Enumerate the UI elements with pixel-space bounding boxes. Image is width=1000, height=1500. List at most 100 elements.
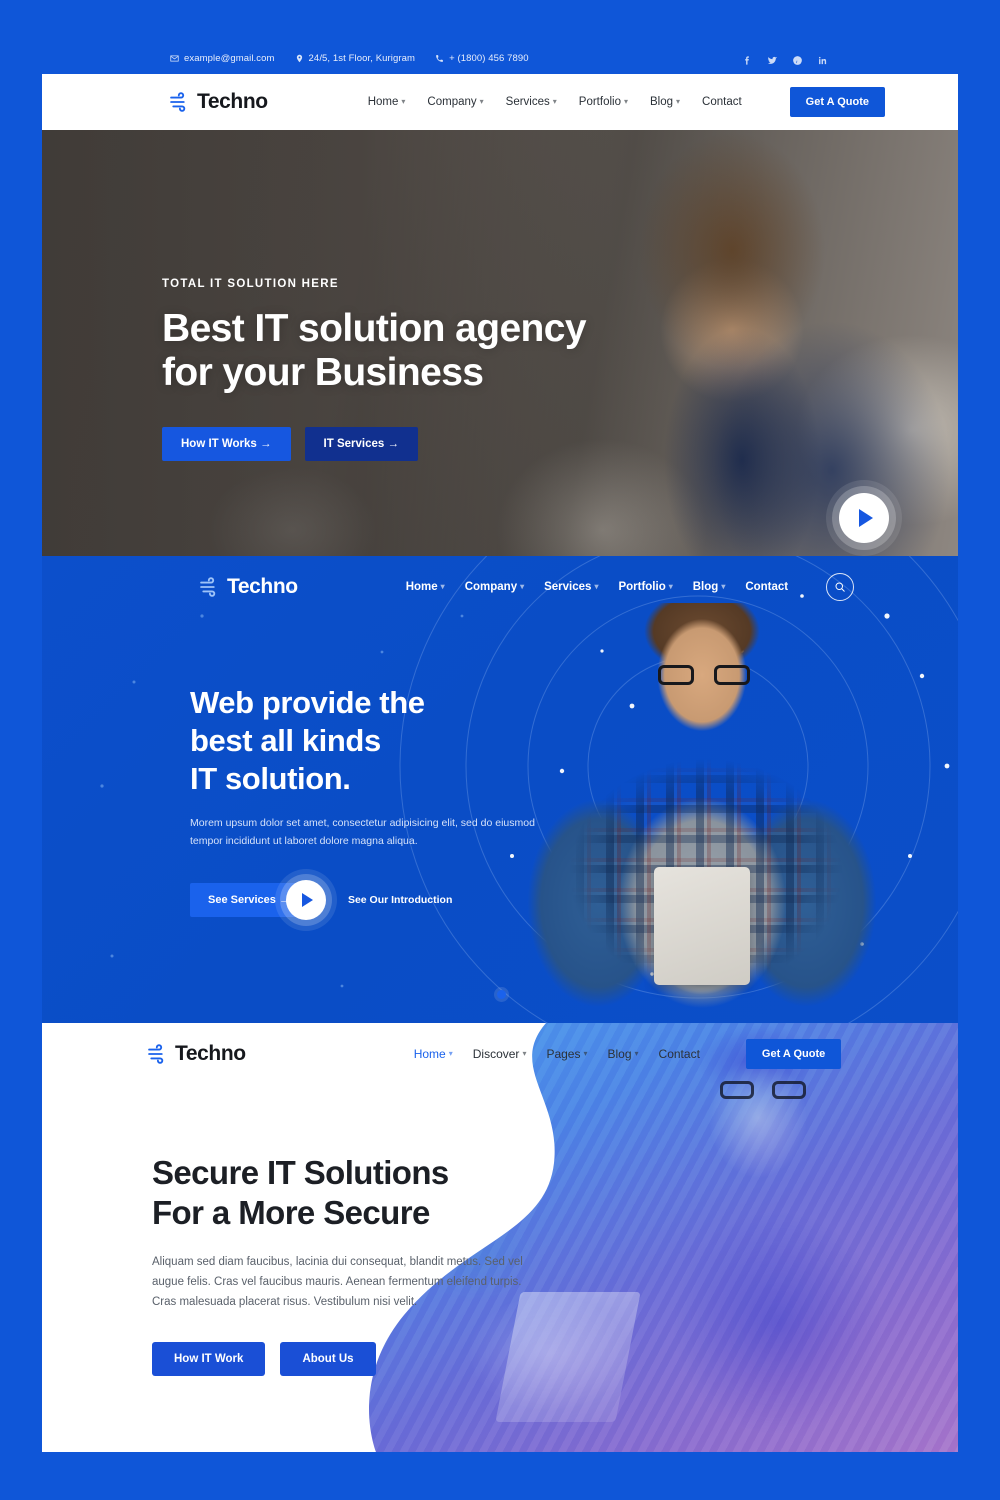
- how-it-work-button[interactable]: How IT Work: [152, 1341, 266, 1376]
- get-a-quote-button-1[interactable]: Get A Quote: [789, 87, 886, 117]
- nav-item-contact[interactable]: Contact: [702, 96, 742, 108]
- social-links: [742, 42, 828, 74]
- nav-item-blog[interactable]: Blog ▾: [650, 96, 680, 108]
- hero-title-3: Secure IT Solutions For a More Secure: [152, 1153, 572, 1234]
- chevron-down-icon: ▾: [623, 97, 628, 106]
- nav-label: Contact: [745, 581, 789, 593]
- hero-actions-2: See Services → See Our Introduction: [190, 880, 550, 921]
- chevron-down-icon: ▾: [520, 582, 525, 591]
- wind-swoosh-icon: [170, 92, 186, 112]
- nav-label: Blog: [649, 96, 674, 108]
- hero-content-1: TOTAL IT SOLUTION HERE Best IT solution …: [162, 278, 587, 462]
- play-button-icon-2[interactable]: [285, 880, 326, 921]
- play-triangle: [301, 893, 313, 908]
- main-navbar-1: Techno Home ▾ Company ▾ Services ▾ Portfoli…: [42, 74, 958, 130]
- nav-menu-3: Home ▾ Discover ▾ Pages ▾ Blog ▾ Contact Get…: [414, 1039, 842, 1069]
- topbar-address[interactable]: 24/5, 1st Floor, Kurigram: [295, 53, 416, 64]
- hero-buttons-3: How IT Work About Us: [152, 1341, 572, 1376]
- pinterest-icon[interactable]: [792, 53, 803, 65]
- nav-item-company[interactable]: Company ▾: [427, 96, 483, 108]
- top-info-bar: example@gmail.com 24/5, 1st Floor, Kurig…: [42, 42, 958, 74]
- site-logo-1[interactable]: Techno: [170, 90, 268, 114]
- nav-label: Pages: [546, 1047, 581, 1061]
- nav-item-pages[interactable]: Pages ▾: [546, 1047, 587, 1061]
- twitter-icon[interactable]: [767, 53, 778, 64]
- search-icon: [835, 582, 845, 592]
- site-logo-text-1: Techno: [197, 90, 268, 113]
- nav-item-home[interactable]: Home ▾: [368, 96, 406, 108]
- hero-content-3: Secure IT Solutions For a More Secure Al…: [152, 1153, 572, 1376]
- site-logo-text-2: Techno: [227, 575, 298, 598]
- play-button-icon-1[interactable]: [839, 493, 889, 543]
- hero-subtitle-3: Aliquam sed diam faucibus, lacinia dui c…: [152, 1255, 523, 1308]
- nav-item-blog-3[interactable]: Blog ▾: [608, 1047, 639, 1061]
- facebook-icon[interactable]: [742, 53, 753, 65]
- search-button[interactable]: [826, 573, 855, 601]
- hero-title-line-2: for your Business: [162, 351, 484, 395]
- eyeglasses-icon: [658, 665, 750, 685]
- slider-pagination-dot[interactable]: [497, 990, 506, 999]
- play-triangle: [859, 509, 873, 527]
- hero-title-line-1: Secure IT Solutions: [152, 1154, 449, 1191]
- nav-item-services[interactable]: Services ▾: [506, 96, 557, 108]
- page-frame: example@gmail.com 24/5, 1st Floor, Kurig…: [42, 42, 958, 1452]
- nav-label: Contact: [702, 96, 742, 108]
- nav-label: Blog: [607, 1047, 632, 1061]
- nav-item-home-3[interactable]: Home ▾: [414, 1047, 453, 1061]
- nav-item-services-2[interactable]: Services ▾: [544, 581, 598, 593]
- see-our-introduction-label[interactable]: See Our Introduction: [348, 894, 452, 906]
- topbar-phone-text: + (1800) 456 7890: [449, 52, 529, 64]
- main-navbar-3: Techno Home ▾ Discover ▾ Pages ▾ Blog ▾ Cont…: [42, 1023, 958, 1085]
- hero-title-2: Web provide the best all kinds IT soluti…: [190, 684, 550, 797]
- nav-label: Company: [464, 581, 518, 593]
- topbar-phone[interactable]: + (1800) 456 7890: [435, 53, 529, 64]
- site-logo-2[interactable]: Techno: [200, 575, 298, 599]
- nav-label: Services: [544, 581, 592, 593]
- nav-label: Services: [505, 96, 550, 108]
- hero-photo-man-with-tablet: [506, 603, 906, 1023]
- topbar-email[interactable]: example@gmail.com: [170, 53, 275, 64]
- panel-home-3: Techno Home ▾ Discover ▾ Pages ▾ Blog ▾ Cont…: [42, 1023, 958, 1452]
- nav-label: Contact: [658, 1047, 700, 1061]
- linkedin-icon[interactable]: [817, 53, 828, 64]
- wind-swoosh-icon: [200, 577, 216, 597]
- panel-home-1: example@gmail.com 24/5, 1st Floor, Kurig…: [42, 42, 958, 556]
- nav-label: Blog: [692, 581, 719, 593]
- it-services-button[interactable]: IT Services →: [304, 427, 418, 462]
- nav-item-contact-3[interactable]: Contact: [659, 1047, 700, 1061]
- chevron-down-icon: ▾: [594, 582, 599, 591]
- site-logo-text-3: Techno: [175, 1042, 246, 1065]
- about-us-button[interactable]: About Us: [280, 1341, 376, 1376]
- nav-item-blog-2[interactable]: Blog ▾: [693, 581, 726, 593]
- hero-buttons-1: How IT Works → IT Services →: [162, 427, 586, 462]
- phone-icon: [436, 54, 443, 62]
- hero-banner-1: TOTAL IT SOLUTION HERE Best IT solution …: [42, 130, 958, 556]
- nav-label: Home: [413, 1047, 446, 1061]
- topbar-email-text: example@gmail.com: [184, 52, 275, 64]
- envelope-icon: [170, 55, 179, 61]
- hero-content-2: Web provide the best all kinds IT soluti…: [190, 684, 550, 921]
- nav-label: Discover: [472, 1047, 520, 1061]
- nav-item-company-2[interactable]: Company ▾: [465, 581, 524, 593]
- nav-item-home-2[interactable]: Home ▾: [406, 581, 445, 593]
- tablet-device: [654, 867, 750, 985]
- wind-swoosh-icon: [148, 1044, 164, 1064]
- chevron-down-icon: ▾: [668, 582, 673, 591]
- chevron-down-icon: ▾: [401, 97, 406, 106]
- nav-item-discover[interactable]: Discover ▾: [473, 1047, 527, 1061]
- hero-subtitle-2: Morem upsum dolor set amet, consectetur …: [190, 817, 535, 847]
- nav-label: Home: [367, 96, 399, 108]
- topbar-address-text: 24/5, 1st Floor, Kurigram: [308, 52, 416, 64]
- how-it-works-button[interactable]: How IT Works →: [162, 427, 291, 462]
- chevron-down-icon: ▾: [634, 1049, 639, 1058]
- chevron-down-icon: ▾: [479, 97, 484, 106]
- nav-item-portfolio-2[interactable]: Portfolio ▾: [618, 581, 672, 593]
- get-a-quote-button-3[interactable]: Get A Quote: [745, 1039, 842, 1069]
- site-logo-3[interactable]: Techno: [148, 1042, 246, 1066]
- nav-item-portfolio[interactable]: Portfolio ▾: [579, 96, 628, 108]
- nav-item-contact-2[interactable]: Contact: [745, 581, 788, 593]
- nav-label: Company: [427, 96, 477, 108]
- main-navbar-2: Techno Home ▾ Company ▾ Services ▾ Portfoli…: [42, 556, 958, 618]
- chevron-down-icon: ▾: [448, 1049, 453, 1058]
- chevron-down-icon: ▾: [721, 582, 726, 591]
